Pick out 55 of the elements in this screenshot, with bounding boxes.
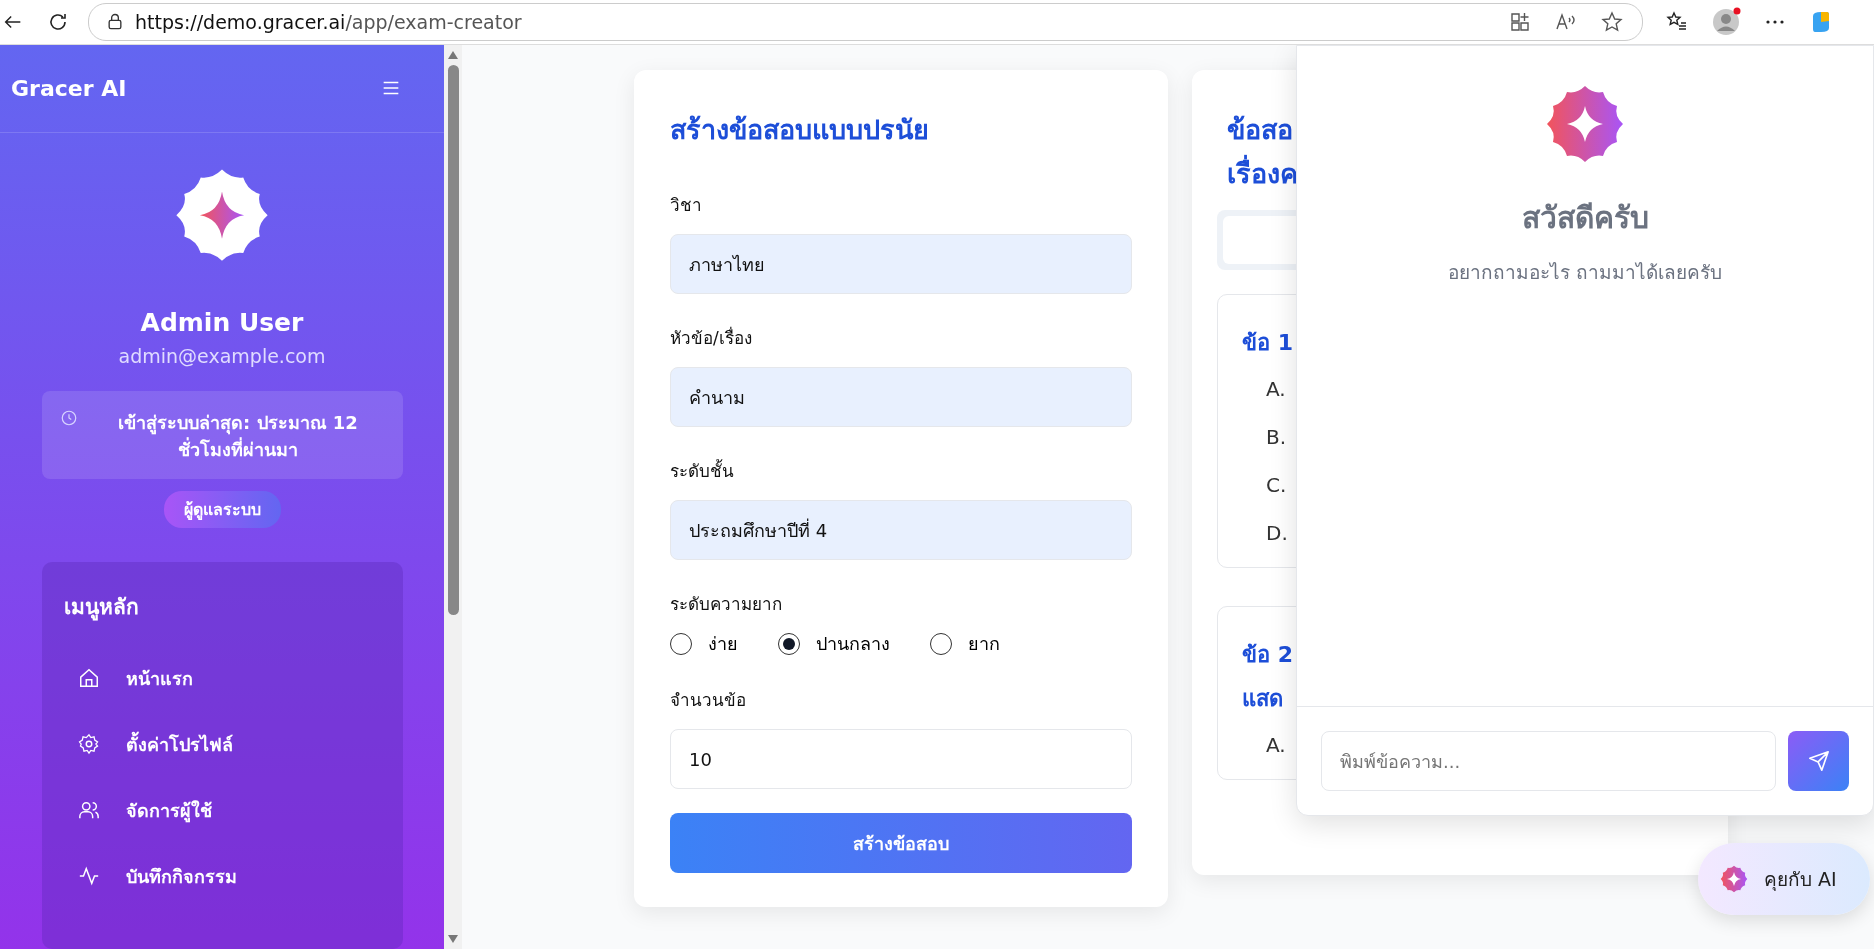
menu-item[interactable]: ตั้งค่าโปรไฟล์ xyxy=(63,711,381,777)
chat-greeting: สวัสดีครับ xyxy=(1521,199,1649,237)
form-title: สร้างข้อสอบแบบปรนัย xyxy=(670,113,930,147)
url-text: https://demo.gracer.ai/app/exam-creator xyxy=(135,11,522,33)
question-title: แสด xyxy=(1242,685,1283,713)
field-label: จำนวนข้อ xyxy=(670,689,747,712)
field-label: ระดับชั้น xyxy=(670,458,735,483)
menu-item[interactable]: จัดการผู้ใช้ xyxy=(63,777,381,843)
home-icon xyxy=(77,667,100,689)
chat-ai-button[interactable]: คุยกับ AI xyxy=(1698,843,1870,915)
scroll-down-icon[interactable] xyxy=(448,935,458,943)
scroll-up-icon[interactable] xyxy=(448,51,458,59)
user-email: admin@example.com xyxy=(118,345,326,367)
radio-option[interactable]: ปานกลาง xyxy=(778,629,890,658)
question-title: ข้อ 2 xyxy=(1242,641,1293,669)
radio-option[interactable]: ยาก xyxy=(930,629,1000,658)
answer-option: C. xyxy=(1242,461,1287,509)
activity-icon xyxy=(77,865,100,887)
chat-subtitle: อยากถามอะไร ถามมาได้เลยครับ xyxy=(1447,260,1722,285)
menu-item[interactable]: บันทึกกิจกรรม xyxy=(63,843,381,909)
field-label: หัวข้อ/เรื่อง xyxy=(670,325,753,350)
star-icon[interactable] xyxy=(1600,10,1624,34)
answer-option: B. xyxy=(1242,413,1287,461)
grid-plus-icon[interactable] xyxy=(1508,10,1532,34)
send-icon xyxy=(1807,750,1830,772)
message-input[interactable]: พิมพ์ข้อความ... xyxy=(1321,731,1776,791)
user-name: Admin User xyxy=(140,308,304,337)
sparkle-icon xyxy=(1720,865,1748,893)
menu-title: เมนูหลัก xyxy=(63,594,140,623)
input-field[interactable]: คำนาม xyxy=(670,367,1132,427)
field-label: วิชา xyxy=(670,194,703,217)
results-title: ข้อสอ xyxy=(1226,113,1293,147)
settings-icon xyxy=(77,733,100,755)
field-label: ระดับความยาก xyxy=(670,593,783,616)
radio-option[interactable]: ง่าย xyxy=(670,629,738,658)
number-field[interactable]: 10 xyxy=(670,729,1132,789)
input-field[interactable]: ภาษาไทย xyxy=(670,234,1132,294)
answer-option: A. xyxy=(1242,365,1286,413)
users-icon xyxy=(77,799,100,821)
brand-name: Gracer AI xyxy=(11,75,127,101)
sparkle-logo-icon xyxy=(1545,84,1625,164)
menu-item[interactable]: หน้าแรก xyxy=(63,645,381,711)
scrollbar[interactable] xyxy=(444,45,462,949)
profile-avatar-icon[interactable] xyxy=(1711,7,1741,37)
input-field[interactable]: ประถมศึกษาปีที่ 4 xyxy=(670,500,1132,560)
last-login-text: เข้าสู่ระบบล่าสุด: ประมาณ 12 ชั่วโมงที่ผ่านมา xyxy=(117,411,359,462)
clock-icon xyxy=(59,409,78,427)
answer-option: A. xyxy=(1242,721,1286,769)
send-button[interactable] xyxy=(1788,731,1849,791)
answer-option: D. xyxy=(1242,509,1288,557)
create-exam-button[interactable]: สร้างข้อสอบ xyxy=(670,813,1132,873)
results-title: เรื่องค xyxy=(1217,152,1298,196)
question-title: ข้อ 1 xyxy=(1242,329,1293,357)
address-bar[interactable]: https://demo.gracer.ai/app/exam-creator xyxy=(88,3,1643,41)
role-badge: ผู้ดูแลระบบ xyxy=(163,491,281,528)
